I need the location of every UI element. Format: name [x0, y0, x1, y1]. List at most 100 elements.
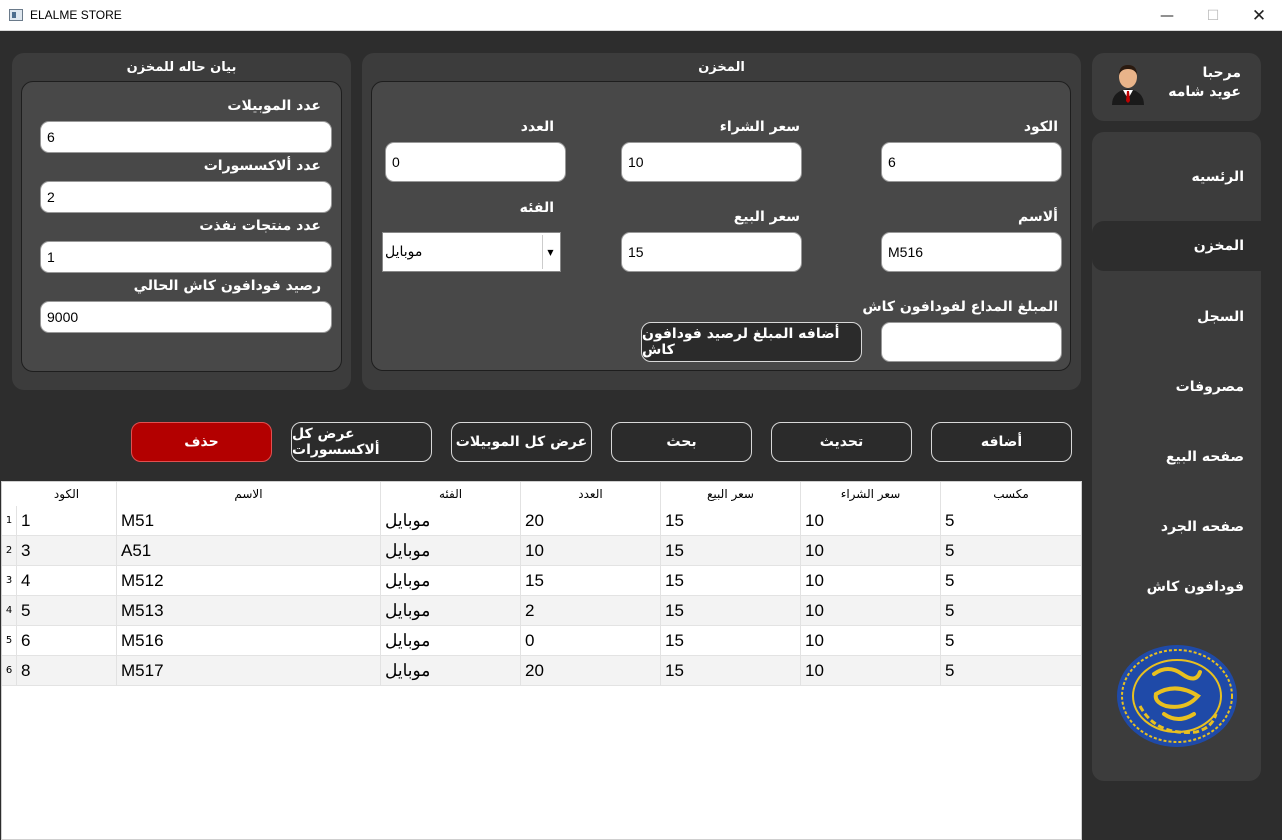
- table-cell[interactable]: 15: [661, 596, 801, 626]
- table-cell[interactable]: 10: [801, 566, 941, 596]
- table-row[interactable]: 1 1 M51 موبايل 20 15 10 5: [2, 506, 1081, 536]
- table-cell[interactable]: 5: [941, 596, 1081, 626]
- table-cell[interactable]: M512: [117, 566, 381, 596]
- row-number[interactable]: 3: [2, 566, 17, 595]
- add-to-vodafone-button[interactable]: أضافه المبلغ لرصيد فودافون كاش: [641, 322, 862, 362]
- delete-button[interactable]: حذف: [131, 422, 272, 462]
- accessories-count-field[interactable]: 2: [40, 181, 332, 213]
- user-name: عويد شامه: [1168, 84, 1241, 100]
- table-row[interactable]: 2 3 A51 موبايل 10 15 10 5: [2, 536, 1081, 566]
- category-select[interactable]: موبايل ▼: [382, 232, 561, 272]
- vodafone-amount-field[interactable]: [881, 322, 1062, 362]
- window-title: ELALME STORE: [30, 8, 122, 22]
- table-cell[interactable]: موبايل: [381, 656, 521, 686]
- status-inner-panel: عدد الموبيلات 6 عدد ألاكسسورات 2 عدد منت…: [21, 81, 342, 372]
- column-header-buy-price[interactable]: سعر الشراء: [801, 482, 941, 506]
- table-cell[interactable]: 15: [661, 566, 801, 596]
- table-cell[interactable]: 3: [17, 536, 117, 566]
- column-header-qty[interactable]: العدد: [521, 482, 661, 506]
- chevron-down-icon[interactable]: ▼: [542, 235, 558, 269]
- mobiles-count-label: عدد الموبيلات: [227, 98, 321, 114]
- sidebar-item-expenses[interactable]: مصروفات: [1092, 362, 1260, 412]
- category-select-value: موبايل: [385, 244, 423, 260]
- table-cell[interactable]: 15: [661, 656, 801, 686]
- sidebar-item-sales[interactable]: صفحه البيع: [1092, 432, 1260, 482]
- column-header-name[interactable]: الاسم: [117, 482, 381, 506]
- row-number[interactable]: 6: [2, 656, 17, 685]
- name-field[interactable]: M516: [881, 232, 1062, 272]
- buy-price-field[interactable]: 10: [621, 142, 802, 182]
- table-cell[interactable]: 5: [17, 596, 117, 626]
- table-cell[interactable]: 6: [17, 626, 117, 656]
- table-cell[interactable]: 10: [801, 656, 941, 686]
- category-label: الفئه: [519, 200, 554, 216]
- sidebar-item-home[interactable]: الرئسيه: [1092, 152, 1260, 202]
- table-cell[interactable]: M513: [117, 596, 381, 626]
- table-row[interactable]: 5 6 M516 موبايل 0 15 10 5: [2, 626, 1081, 656]
- table-cell[interactable]: موبايل: [381, 596, 521, 626]
- table-row[interactable]: 3 4 M512 موبايل 15 15 10 5: [2, 566, 1081, 596]
- store-panel: المخزن الكود 6 سعر الشراء 10 العدد 0 ألا…: [362, 53, 1081, 390]
- products-table[interactable]: الكود الاسم الفئه العدد سعر البيع سعر ال…: [1, 481, 1082, 840]
- table-cell[interactable]: 8: [17, 656, 117, 686]
- table-cell[interactable]: M51: [117, 506, 381, 536]
- out-of-stock-field[interactable]: 1: [40, 241, 332, 273]
- column-header-code[interactable]: الكود: [17, 482, 117, 506]
- row-number[interactable]: 4: [2, 596, 17, 625]
- add-button[interactable]: أضافه: [931, 422, 1072, 462]
- show-mobiles-button[interactable]: عرض كل الموبيلات: [451, 422, 592, 462]
- table-cell[interactable]: M517: [117, 656, 381, 686]
- table-cell[interactable]: 10: [801, 506, 941, 536]
- table-cell[interactable]: 5: [941, 566, 1081, 596]
- update-button[interactable]: تحديث: [771, 422, 912, 462]
- column-header-sell-price[interactable]: سعر البيع: [661, 482, 801, 506]
- sell-price-field[interactable]: 15: [621, 232, 802, 272]
- table-cell[interactable]: 0: [521, 626, 661, 656]
- qty-field[interactable]: 0: [385, 142, 566, 182]
- mobiles-count-field[interactable]: 6: [40, 121, 332, 153]
- row-number[interactable]: 2: [2, 536, 17, 565]
- table-cell[interactable]: 10: [801, 536, 941, 566]
- table-row[interactable]: 4 5 M513 موبايل 2 15 10 5: [2, 596, 1081, 626]
- sidebar-item-log[interactable]: السجل: [1092, 292, 1260, 342]
- column-header-category[interactable]: الفئه: [381, 482, 521, 506]
- table-cell[interactable]: 20: [521, 656, 661, 686]
- table-cell[interactable]: 5: [941, 536, 1081, 566]
- table-cell[interactable]: 4: [17, 566, 117, 596]
- table-cell[interactable]: 15: [661, 506, 801, 536]
- table-cell[interactable]: 1: [17, 506, 117, 536]
- table-cell[interactable]: 5: [941, 656, 1081, 686]
- table-cell[interactable]: 15: [521, 566, 661, 596]
- row-number[interactable]: 1: [2, 506, 17, 535]
- table-cell[interactable]: 10: [801, 596, 941, 626]
- table-cell[interactable]: موبايل: [381, 566, 521, 596]
- table-cell[interactable]: موبايل: [381, 626, 521, 656]
- table-cell[interactable]: M516: [117, 626, 381, 656]
- sidebar-item-store[interactable]: المخزن: [1092, 221, 1282, 271]
- table-cell[interactable]: 20: [521, 506, 661, 536]
- table-cell[interactable]: A51: [117, 536, 381, 566]
- sidebar-item-vodafone-cash[interactable]: فودافون كاش: [1092, 562, 1260, 612]
- minimize-button[interactable]: —: [1144, 0, 1190, 31]
- code-field[interactable]: 6: [881, 142, 1062, 182]
- table-cell[interactable]: 5: [941, 626, 1081, 656]
- table-cell[interactable]: 10: [801, 626, 941, 656]
- column-header-profit[interactable]: مكسب: [941, 482, 1081, 506]
- avatar: [1109, 61, 1147, 105]
- table-row[interactable]: 6 8 M517 موبايل 20 15 10 5: [2, 656, 1081, 686]
- vodafone-amount-label: المبلغ المداع لفودافون كاش: [862, 299, 1058, 315]
- table-cell[interactable]: 15: [661, 626, 801, 656]
- table-cell[interactable]: 2: [521, 596, 661, 626]
- table-cell[interactable]: موبايل: [381, 536, 521, 566]
- table-cell[interactable]: موبايل: [381, 506, 521, 536]
- search-button[interactable]: بحث: [611, 422, 752, 462]
- close-button[interactable]: ✕: [1236, 0, 1282, 31]
- sidebar-item-inventory[interactable]: صفحه الجرد: [1092, 502, 1260, 552]
- table-cell[interactable]: 15: [661, 536, 801, 566]
- show-accessories-button[interactable]: عرض كل ألاكسسورات: [291, 422, 432, 462]
- table-cell[interactable]: 10: [521, 536, 661, 566]
- table-cell[interactable]: 5: [941, 506, 1081, 536]
- row-number[interactable]: 5: [2, 626, 17, 655]
- vodafone-balance-field[interactable]: 9000: [40, 301, 332, 333]
- maximize-button[interactable]: ☐: [1190, 0, 1236, 31]
